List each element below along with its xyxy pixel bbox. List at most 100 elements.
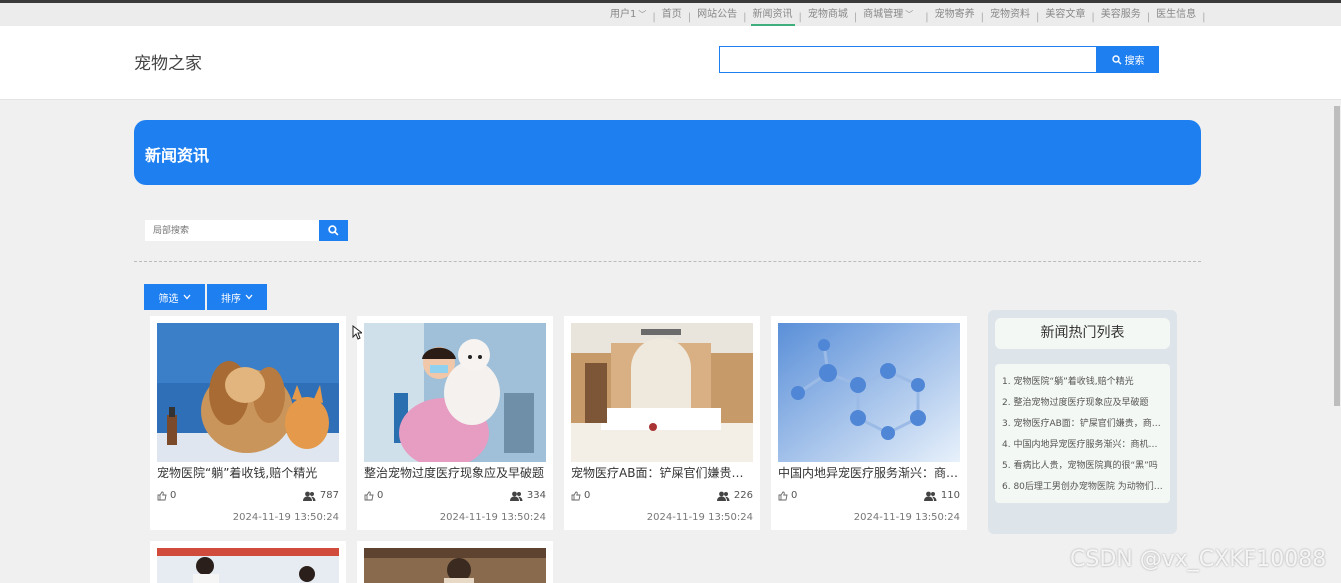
- nav-pet-boarding[interactable]: 宠物寄养: [931, 8, 979, 26]
- nav-separator: |: [853, 11, 858, 23]
- like-count-value: 0: [791, 490, 798, 501]
- hot-news-item[interactable]: 3. 宠物医疗AB面：铲屎官们嫌贵，商家们喊亏: [1002, 414, 1164, 435]
- news-card[interactable]: [357, 541, 553, 583]
- news-thumbnail[interactable]: [157, 548, 339, 583]
- page-scrollbar[interactable]: [1334, 106, 1340, 406]
- news-title[interactable]: 整治宠物过度医疗现象应及早破题: [364, 464, 548, 481]
- filter-dropdown-button[interactable]: 筛选: [144, 284, 205, 310]
- page-title: 新闻资讯: [145, 146, 210, 165]
- hot-news-list: 1. 宠物医院“躺”着收钱,赔个精光 2. 整治宠物过度医疗现象应及早破题 3.…: [995, 364, 1170, 503]
- news-thumbnail[interactable]: [778, 323, 960, 462]
- news-card[interactable]: 整治宠物过度医疗现象应及早破题 0 334 2024-11-19 13:50:2…: [357, 316, 553, 530]
- hot-news-item[interactable]: 5. 看病比人贵，宠物医院真的很“黑”吗: [1002, 456, 1164, 477]
- page-banner: 新闻资讯: [134, 120, 1201, 185]
- news-card[interactable]: 宠物医院“躺”着收钱,赔个精光 0 787 2024-11-19 13:50:2…: [150, 316, 346, 530]
- search-icon: [328, 225, 339, 236]
- nav-news[interactable]: 新闻资讯: [749, 8, 797, 27]
- site-header: 宠物之家 搜索: [0, 26, 1341, 100]
- news-date: 2024-11-19 13:50:24: [646, 512, 753, 523]
- nav-separator: |: [1202, 11, 1206, 23]
- sort-label: 排序: [221, 293, 241, 305]
- chevron-down-icon: [245, 294, 253, 300]
- users-icon: [302, 491, 316, 501]
- site-logo[interactable]: 宠物之家: [134, 49, 202, 74]
- view-count: 110: [923, 490, 960, 501]
- global-search-button[interactable]: 搜索: [1097, 46, 1159, 73]
- users-icon: [923, 491, 937, 501]
- nav-user-label: 用户1: [610, 9, 637, 20]
- hot-news-item[interactable]: 4. 中国内地异宠医疗服务渐兴：商机与挑战并存: [1002, 435, 1164, 456]
- hot-news-item[interactable]: 6. 80后理工男创办宠物医院 为动物们排忧解难: [1002, 477, 1164, 498]
- thumbs-up-icon: [571, 491, 581, 500]
- nav-separator: |: [925, 11, 929, 23]
- news-title[interactable]: 宠物医疗AB面：铲屎官们嫌贵，商家们喊亏: [571, 464, 755, 481]
- watermark: CSDN @vx_CXKF10088: [1070, 547, 1327, 572]
- like-count[interactable]: 0: [157, 490, 176, 501]
- nav-separator: |: [798, 11, 802, 23]
- news-date: 2024-11-19 13:50:24: [232, 512, 339, 523]
- users-icon: [509, 491, 523, 501]
- news-date: 2024-11-19 13:50:24: [439, 512, 546, 523]
- like-count-value: 0: [377, 490, 384, 501]
- news-title[interactable]: 宠物医院“躺”着收钱,赔个精光: [157, 464, 341, 481]
- local-search-input[interactable]: [145, 220, 319, 241]
- news-card[interactable]: 宠物医疗AB面：铲屎官们嫌贵，商家们喊亏 0 226 2024-11-19 13…: [564, 316, 760, 530]
- nav-beauty-articles[interactable]: 美容文章: [1041, 8, 1089, 26]
- view-count: 787: [302, 490, 339, 501]
- like-count[interactable]: 0: [778, 490, 797, 501]
- hot-news-panel: 新闻热门列表 1. 宠物医院“躺”着收钱,赔个精光 2. 整治宠物过度医疗现象应…: [988, 310, 1177, 534]
- news-date: 2024-11-19 13:50:24: [853, 512, 960, 523]
- nav-separator: |: [980, 11, 984, 23]
- view-count: 334: [509, 490, 546, 501]
- nav-pet-shop[interactable]: 宠物商城: [804, 8, 852, 26]
- news-card[interactable]: [150, 541, 346, 583]
- search-icon: [1111, 54, 1121, 64]
- thumbs-up-icon: [157, 491, 167, 500]
- local-search-button[interactable]: [319, 220, 348, 241]
- chevron-down-icon: ﹀: [638, 10, 647, 19]
- users-icon: [716, 491, 730, 501]
- nav-announcements[interactable]: 网站公告: [693, 8, 741, 26]
- nav-home[interactable]: 首页: [658, 8, 686, 26]
- top-nav: 用户1 ﹀ | 首页 | 网站公告 | 新闻资讯 | 宠物商城 | 商城管理 ﹀ |…: [606, 8, 1208, 27]
- global-search-input[interactable]: [719, 46, 1097, 73]
- view-count-value: 787: [319, 490, 339, 501]
- like-count-value: 0: [584, 490, 591, 501]
- mouse-cursor-icon: [352, 325, 362, 340]
- thumbs-up-icon: [778, 491, 788, 500]
- news-title[interactable]: 中国内地异宠医疗服务渐兴：商机与挑战并存: [778, 464, 962, 481]
- nav-user-menu[interactable]: 用户1 ﹀: [606, 8, 650, 26]
- nav-shop-management-label: 商城管理: [863, 9, 904, 20]
- nav-shop-management[interactable]: 商城管理 ﹀: [859, 8, 917, 26]
- view-count-value: 110: [940, 490, 960, 501]
- news-thumbnail[interactable]: [364, 323, 546, 462]
- nav-separator: |: [1091, 11, 1095, 23]
- hot-news-item[interactable]: 2. 整治宠物过度医疗现象应及早破题: [1002, 393, 1164, 414]
- news-card[interactable]: 中国内地异宠医疗服务渐兴：商机与挑战并存 0 110 2024-11-19 13…: [771, 316, 967, 530]
- nav-beauty-service[interactable]: 美容服务: [1097, 8, 1145, 26]
- nav-separator: |: [743, 11, 747, 23]
- hot-news-title: 新闻热门列表: [995, 318, 1170, 349]
- view-count-value: 226: [733, 490, 753, 501]
- nav-doctor-info[interactable]: 医生信息: [1152, 8, 1200, 26]
- like-count[interactable]: 0: [364, 490, 383, 501]
- news-thumbnail[interactable]: [364, 548, 546, 583]
- section-divider: [134, 261, 1201, 262]
- filter-label: 筛选: [158, 293, 179, 305]
- global-search-button-label: 搜索: [1124, 56, 1145, 67]
- news-thumbnail[interactable]: [157, 323, 339, 462]
- nav-separator: |: [652, 11, 656, 23]
- news-thumbnail[interactable]: [571, 323, 753, 462]
- chevron-down-icon: [183, 294, 190, 300]
- nav-pet-info[interactable]: 宠物资料: [986, 8, 1034, 26]
- view-count-value: 334: [526, 490, 546, 501]
- like-count[interactable]: 0: [571, 490, 590, 501]
- chevron-down-icon: ﹀: [905, 10, 914, 19]
- view-count: 226: [716, 490, 753, 501]
- top-nav-bar: 用户1 ﹀ | 首页 | 网站公告 | 新闻资讯 | 宠物商城 | 商城管理 ﹀ |…: [0, 0, 1341, 27]
- sort-dropdown-button[interactable]: 排序: [207, 284, 267, 310]
- nav-separator: |: [1036, 11, 1040, 23]
- thumbs-up-icon: [364, 491, 374, 500]
- hot-news-item[interactable]: 1. 宠物医院“躺”着收钱,赔个精光: [1002, 372, 1164, 393]
- nav-separator: |: [1146, 11, 1151, 23]
